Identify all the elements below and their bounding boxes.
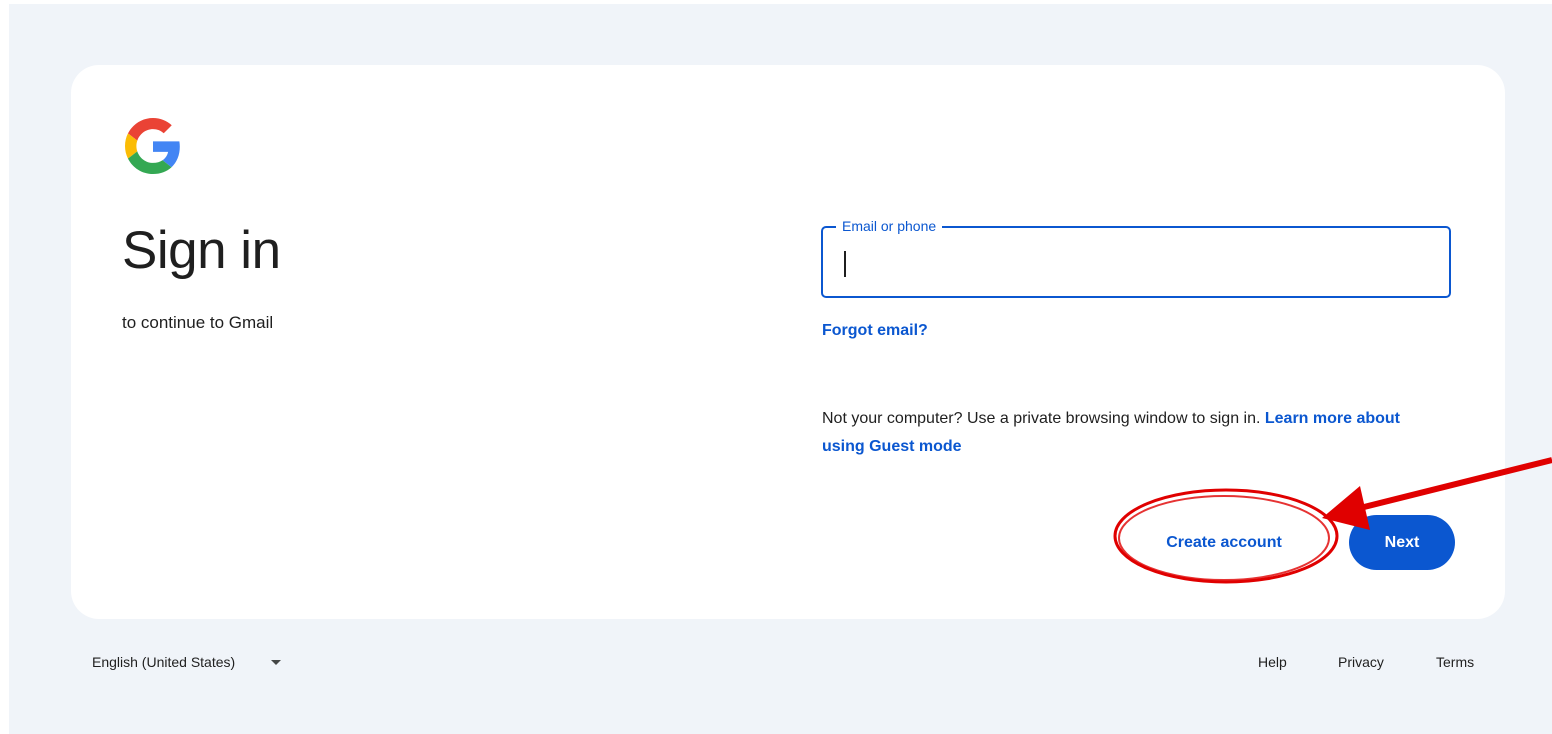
footer-help-link[interactable]: Help — [1258, 654, 1287, 670]
footer-terms-link[interactable]: Terms — [1436, 654, 1474, 670]
language-label: English (United States) — [92, 654, 236, 670]
guest-mode-text: Not your computer? Use a private browsin… — [822, 410, 1265, 427]
next-button[interactable]: Next — [1349, 515, 1455, 570]
email-field-label: Email or phone — [836, 217, 943, 235]
page-subtitle: to continue to Gmail — [122, 313, 274, 332]
footer-privacy-link[interactable]: Privacy — [1338, 654, 1384, 670]
email-input[interactable] — [837, 240, 1427, 284]
text-cursor — [844, 251, 846, 277]
create-account-button[interactable]: Create account — [1129, 517, 1319, 569]
forgot-email-link[interactable]: Forgot email? — [822, 319, 928, 343]
google-logo-icon — [125, 118, 180, 174]
email-field[interactable]: Email or phone — [821, 217, 1451, 298]
chevron-down-icon — [271, 659, 282, 665]
language-selector[interactable]: English (United States) — [92, 654, 282, 670]
guest-mode-notice: Not your computer? Use a private browsin… — [822, 405, 1442, 461]
page-title: Sign in — [122, 221, 281, 280]
